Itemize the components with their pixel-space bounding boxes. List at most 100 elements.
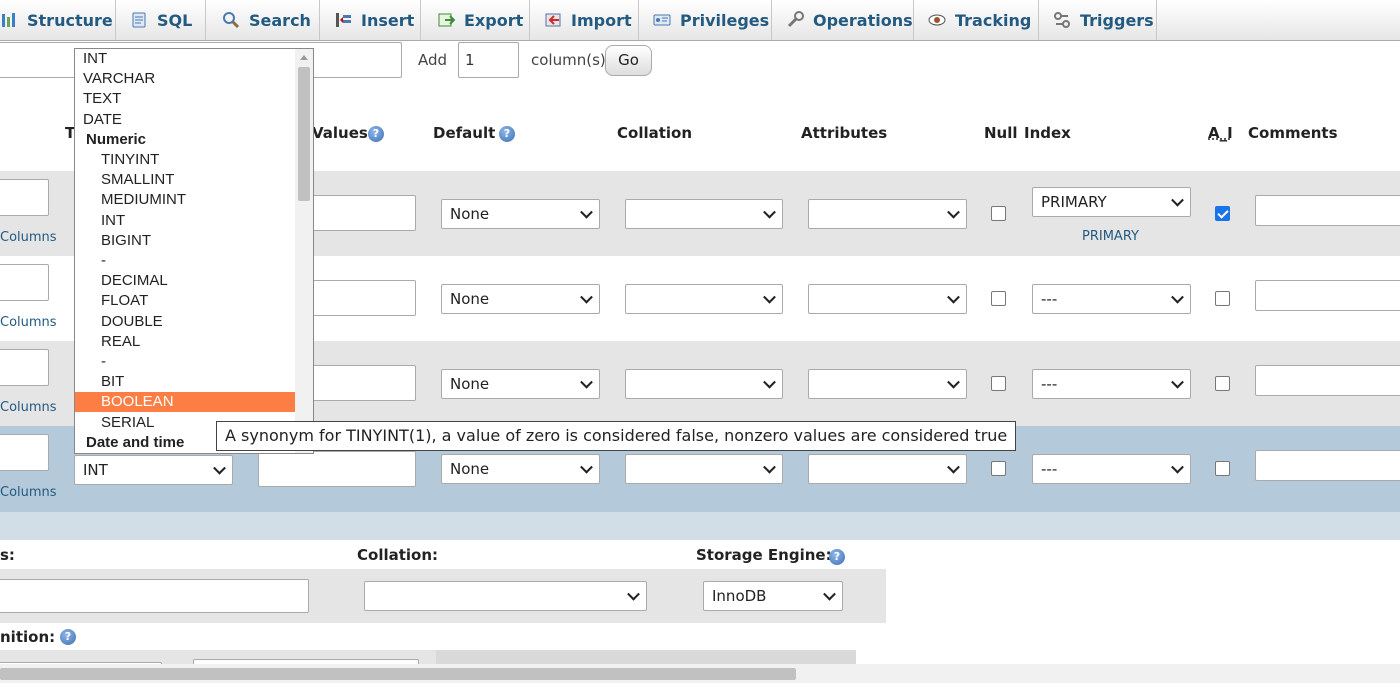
dropdown-scrollbar[interactable]	[295, 49, 313, 453]
collation-select[interactable]	[625, 454, 783, 484]
dropdown-option[interactable]: VARCHAR	[75, 69, 296, 89]
chevron-down-icon	[763, 375, 776, 389]
partition-help-icon[interactable]: ?	[60, 629, 76, 645]
auto-increment-checkbox[interactable]	[1215, 376, 1230, 391]
dropdown-option[interactable]: REAL	[75, 332, 296, 352]
storage-engine-label: Storage Engine:	[696, 546, 832, 564]
comments-input[interactable]	[1255, 450, 1400, 481]
storage-engine-select[interactable]: InnoDB	[703, 581, 843, 611]
column-name-input[interactable]	[0, 349, 49, 386]
partition-definition-label: nition:	[0, 628, 56, 646]
null-checkbox[interactable]	[991, 376, 1006, 391]
columns-link[interactable]: Columns	[0, 485, 57, 500]
horizontal-scrollbar[interactable]	[0, 664, 1400, 683]
values-help-icon[interactable]: ?	[368, 126, 384, 142]
dropdown-scrollbar-thumb[interactable]	[298, 67, 310, 201]
comments-input[interactable]	[1255, 195, 1400, 226]
type-dropdown-list[interactable]: INT VARCHAR TEXT DATE Numeric TINYINT SMALLINT…	[74, 48, 314, 454]
comments-input[interactable]	[1255, 365, 1400, 396]
dropdown-option[interactable]: BOOLEAN	[75, 392, 296, 413]
collation-select[interactable]	[625, 284, 783, 314]
scroll-up-arrow-icon[interactable]	[300, 55, 308, 60]
dropdown-option[interactable]: INT	[75, 211, 296, 231]
go-button[interactable]: Go	[605, 45, 652, 76]
tab-label: Search	[249, 10, 311, 30]
triggers-icon	[1053, 11, 1071, 29]
tab-structure[interactable]: Structure	[0, 0, 116, 40]
tab-sql[interactable]: SQL	[116, 0, 206, 40]
tab-import[interactable]: Import	[530, 0, 639, 40]
null-checkbox[interactable]	[991, 461, 1006, 476]
chevron-down-icon	[947, 375, 960, 389]
dropdown-option[interactable]: FLOAT	[75, 291, 296, 311]
null-checkbox[interactable]	[991, 291, 1006, 306]
attributes-select[interactable]	[808, 454, 967, 484]
tab-operations[interactable]: Operations	[772, 0, 914, 40]
tab-insert[interactable]: Insert	[320, 0, 421, 40]
collation-select[interactable]	[625, 199, 783, 229]
tab-privileges[interactable]: Privileges	[639, 0, 772, 40]
tab-export[interactable]: Export	[421, 0, 530, 40]
chevron-down-icon	[580, 290, 593, 304]
dropdown-option[interactable]: -	[75, 352, 296, 372]
dropdown-option[interactable]: BIGINT	[75, 231, 296, 251]
top-tab-bar: Structure SQL Search Insert Export Impor…	[0, 0, 1400, 41]
attributes-select[interactable]	[808, 284, 967, 314]
default-help-icon[interactable]: ?	[499, 126, 515, 142]
index-note[interactable]: PRIMARY	[1082, 229, 1139, 244]
index-select[interactable]: ---	[1032, 284, 1191, 314]
chevron-down-icon	[947, 460, 960, 474]
select-value: InnoDB	[712, 587, 767, 605]
dropdown-option[interactable]: TINYINT	[75, 150, 296, 170]
chevron-down-icon	[947, 205, 960, 219]
add-label: Add	[418, 51, 448, 69]
dropdown-option[interactable]: SMALLINT	[75, 170, 296, 190]
dropdown-option[interactable]: -	[75, 251, 296, 271]
auto-increment-checkbox[interactable]	[1215, 291, 1230, 306]
storage-engine-help-icon[interactable]: ?	[829, 549, 845, 565]
type-select[interactable]: INT	[74, 455, 233, 485]
tracking-icon	[928, 11, 946, 29]
export-icon	[437, 11, 456, 29]
auto-increment-checkbox[interactable]	[1215, 461, 1230, 476]
comments-input[interactable]	[1255, 280, 1400, 311]
tab-tracking[interactable]: Tracking	[914, 0, 1039, 40]
column-name-input[interactable]	[0, 434, 49, 471]
tab-search[interactable]: Search	[206, 0, 320, 40]
structure-icon	[0, 11, 18, 29]
table-comments-input[interactable]	[0, 579, 309, 613]
column-name-input[interactable]	[0, 179, 49, 216]
dropdown-option[interactable]: DOUBLE	[75, 312, 296, 332]
column-name-input[interactable]	[0, 264, 49, 301]
table-collation-select[interactable]	[364, 581, 647, 611]
attributes-select[interactable]	[808, 369, 967, 399]
tab-triggers[interactable]: Triggers	[1039, 0, 1157, 40]
header-comments: Comments	[1248, 124, 1338, 142]
index-select[interactable]: ---	[1032, 369, 1191, 399]
select-value: None	[450, 290, 490, 308]
dropdown-option[interactable]: INT	[75, 49, 296, 69]
dropdown-option[interactable]: MEDIUMINT	[75, 190, 296, 210]
columns-link[interactable]: Columns	[0, 400, 57, 415]
auto-increment-checkbox[interactable]	[1215, 206, 1230, 221]
chevron-down-icon	[213, 461, 226, 475]
columns-link[interactable]: Columns	[0, 315, 57, 330]
scrollbar-thumb[interactable]	[0, 668, 796, 680]
dropdown-option[interactable]: TEXT	[75, 89, 296, 109]
partition-cell	[436, 650, 856, 664]
length-values-input[interactable]	[258, 451, 416, 487]
index-select[interactable]: PRIMARY	[1032, 187, 1191, 217]
index-select[interactable]: ---	[1032, 454, 1191, 484]
default-select[interactable]: None	[441, 454, 600, 484]
null-checkbox[interactable]	[991, 206, 1006, 221]
attributes-select[interactable]	[808, 199, 967, 229]
default-select[interactable]: None	[441, 199, 600, 229]
dropdown-option[interactable]: DECIMAL	[75, 271, 296, 291]
dropdown-option[interactable]: BIT	[75, 372, 296, 392]
collation-select[interactable]	[625, 369, 783, 399]
default-select[interactable]: None	[441, 369, 600, 399]
default-select[interactable]: None	[441, 284, 600, 314]
add-columns-count-input[interactable]: 1	[458, 42, 519, 78]
dropdown-option[interactable]: DATE	[75, 110, 296, 130]
columns-link[interactable]: Columns	[0, 230, 57, 245]
